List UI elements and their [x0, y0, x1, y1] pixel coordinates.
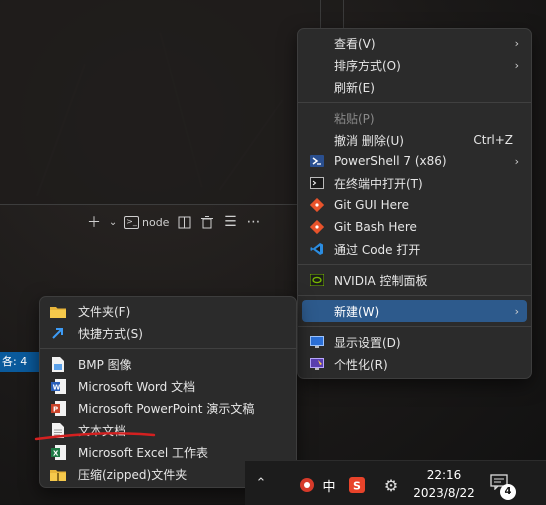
- powerpoint-icon: P: [50, 400, 66, 416]
- ime-indicator[interactable]: 中: [320, 476, 338, 495]
- submenu-item-label: 文件夹(F): [78, 304, 131, 319]
- nvidia-icon: [309, 272, 325, 288]
- add-terminal-icon[interactable]: ＋: [86, 213, 102, 231]
- terminal-icon: [309, 175, 325, 191]
- menu-item-label: 查看(V): [334, 36, 376, 51]
- sogou-icon[interactable]: S: [348, 476, 366, 494]
- svg-text:P: P: [53, 405, 58, 413]
- menu-item-git-gui[interactable]: Git GUI Here: [302, 194, 527, 216]
- terminal-profile-button[interactable]: >_ node: [124, 215, 170, 229]
- status-bar-item[interactable]: 各: 4: [0, 352, 44, 372]
- shortcut-icon: [50, 325, 66, 341]
- menu-item-label: 刷新(E): [334, 80, 375, 95]
- menu-item-label: 排序方式(O): [334, 58, 401, 73]
- chevron-right-icon: ›: [514, 36, 519, 50]
- menu-item-new[interactable]: 新建(W) ›: [302, 300, 527, 322]
- notification-count-badge: 4: [500, 484, 516, 500]
- menu-item-label: Git GUI Here: [334, 198, 410, 212]
- menu-item-label: 粘贴(P): [334, 111, 375, 126]
- trash-icon[interactable]: [199, 213, 215, 231]
- menu-item-display-settings[interactable]: 显示设置(D): [302, 331, 527, 353]
- clock-time: 22:16: [426, 468, 462, 482]
- submenu-item-shortcut[interactable]: 快捷方式(S): [44, 322, 292, 344]
- submenu-item-label: 压缩(zipped)文件夹: [78, 467, 188, 482]
- terminal-icon: >_: [124, 215, 139, 229]
- menu-item-label: Git Bash Here: [334, 220, 417, 234]
- antivirus-icon[interactable]: [298, 476, 316, 494]
- personalize-icon: [309, 356, 325, 372]
- menu-separator: [298, 326, 531, 327]
- menu-separator: [40, 348, 296, 349]
- svg-text:W: W: [52, 383, 60, 391]
- display-settings-icon: [309, 334, 325, 350]
- menu-item-open-with-code[interactable]: 通过 Code 打开: [302, 238, 527, 260]
- terminal-toolbar: ＋ ⌄ >_ node ☰ ⋯: [86, 210, 261, 234]
- menu-item-open-terminal[interactable]: 在终端中打开(T): [302, 172, 527, 194]
- menu-item-powershell[interactable]: PowerShell 7 (x86) ›: [302, 150, 527, 172]
- red-underline-annotation: [34, 432, 156, 441]
- svg-text:S: S: [353, 480, 361, 493]
- menu-item-label: PowerShell 7 (x86): [334, 154, 447, 168]
- submenu-item-label: Microsoft PowerPoint 演示文稿: [78, 401, 255, 416]
- terminal-profile-label: node: [142, 215, 170, 229]
- clock-date: 2023/8/22: [413, 486, 475, 500]
- menu-separator: [298, 102, 531, 103]
- menu-item-nvidia[interactable]: NVIDIA 控制面板: [302, 269, 527, 291]
- folder-icon: [50, 303, 66, 319]
- bmp-image-icon: [50, 356, 66, 372]
- list-icon[interactable]: ☰: [222, 213, 238, 231]
- gear-icon[interactable]: ⚙: [382, 476, 400, 495]
- submenu-item-bmp[interactable]: BMP 图像: [44, 353, 292, 375]
- submenu-item-label: 快捷方式(S): [78, 326, 143, 341]
- word-icon: W: [50, 378, 66, 394]
- submenu-item-folder[interactable]: 文件夹(F): [44, 300, 292, 322]
- shortcut-label: Ctrl+Z: [473, 133, 513, 147]
- chevron-right-icon: ›: [514, 154, 519, 168]
- menu-item-sort[interactable]: 排序方式(O) ›: [302, 54, 527, 76]
- submenu-item-label: BMP 图像: [78, 357, 132, 372]
- submenu-item-label: Microsoft Word 文档: [78, 379, 196, 394]
- chevron-right-icon: ›: [514, 304, 519, 318]
- submenu-item-powerpoint[interactable]: P Microsoft PowerPoint 演示文稿: [44, 397, 292, 419]
- desktop-context-menu: 查看(V) › 排序方式(O) › 刷新(E) 粘贴(P) 撤消 删除(U) C…: [297, 28, 532, 379]
- menu-item-label: 新建(W): [334, 304, 380, 319]
- chevron-down-icon[interactable]: ⌄: [109, 213, 117, 231]
- excel-icon: X: [50, 444, 66, 460]
- menu-item-undo-delete[interactable]: 撤消 删除(U) Ctrl+Z: [302, 129, 527, 151]
- git-gui-icon: [309, 197, 325, 213]
- menu-item-label: 显示设置(D): [334, 335, 401, 350]
- submenu-item-word[interactable]: W Microsoft Word 文档: [44, 375, 292, 397]
- menu-item-label: 通过 Code 打开: [334, 242, 421, 257]
- zip-folder-icon: [50, 466, 66, 482]
- menu-item-paste: 粘贴(P): [302, 107, 527, 129]
- menu-item-git-bash[interactable]: Git Bash Here: [302, 216, 527, 238]
- more-icon[interactable]: ⋯: [245, 213, 261, 231]
- submenu-item-label: Microsoft Excel 工作表: [78, 445, 209, 460]
- git-bash-icon: [309, 219, 325, 235]
- vscode-icon: [309, 241, 325, 257]
- menu-item-label: 撤消 删除(U): [334, 133, 404, 148]
- notification-button[interactable]: 4: [490, 474, 516, 500]
- chevron-right-icon: ›: [514, 58, 519, 72]
- taskbar-clock[interactable]: 22:16 2023/8/22: [412, 466, 476, 502]
- terminal-panel: [0, 0, 344, 205]
- powershell-icon: [309, 153, 325, 169]
- menu-item-label: NVIDIA 控制面板: [334, 273, 428, 288]
- menu-item-view[interactable]: 查看(V) ›: [302, 32, 527, 54]
- menu-item-label: 个性化(R): [334, 357, 388, 372]
- menu-separator: [298, 295, 531, 296]
- tray-overflow-icon[interactable]: ⌃: [252, 474, 270, 492]
- menu-item-refresh[interactable]: 刷新(E): [302, 76, 527, 98]
- svg-text:X: X: [53, 449, 59, 457]
- menu-item-label: 在终端中打开(T): [334, 176, 423, 191]
- menu-separator: [298, 264, 531, 265]
- menu-item-personalize[interactable]: 个性化(R): [302, 353, 527, 375]
- split-terminal-icon[interactable]: [176, 213, 192, 231]
